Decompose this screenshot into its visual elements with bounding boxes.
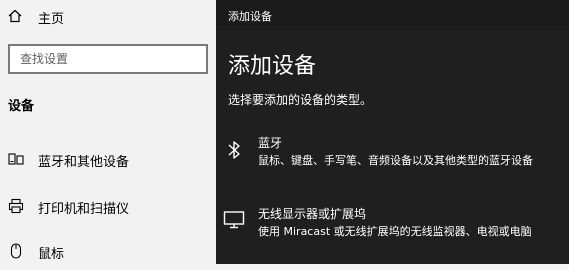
add-device-dialog: 添加设备 添加设备 选择要添加的设备的类型。 蓝牙 鼠标、键盘、手写笔、音频设备… xyxy=(216,0,569,264)
dialog-title: 添加设备 xyxy=(228,10,272,23)
bluetooth-icon xyxy=(228,141,240,159)
nav-item-bluetooth-devices[interactable]: 蓝牙和其他设备 xyxy=(0,142,216,176)
devices-icon xyxy=(8,153,24,165)
dialog-titlebar[interactable]: 添加设备 xyxy=(216,0,569,30)
nav-item-label: 蓝牙和其他设备 xyxy=(38,155,130,170)
search-input[interactable] xyxy=(20,51,190,67)
nav-item-printers[interactable]: 打印机和扫描仪 xyxy=(0,189,216,223)
settings-pane: 主页 设备 蓝牙和其他设备 打印机和扫描仪 鼠标 xyxy=(0,0,216,264)
option-name: 蓝牙 xyxy=(258,136,283,150)
search-box[interactable] xyxy=(8,44,208,74)
nav-item-label: 鼠标 xyxy=(38,247,65,262)
printer-icon xyxy=(8,198,24,214)
dialog-prompt: 选择要添加的设备的类型。 xyxy=(228,93,373,107)
dialog-heading: 添加设备 xyxy=(228,54,317,79)
option-bluetooth[interactable]: 蓝牙 鼠标、键盘、手写笔、音频设备以及其他类型的蓝牙设备 xyxy=(216,132,569,180)
option-wireless-display[interactable]: 无线显示器或扩展坞 使用 Miracast 或无线扩展坞的无线监视器、电视或电脑 xyxy=(216,204,569,252)
home-icon xyxy=(8,9,22,23)
mouse-icon xyxy=(10,243,22,259)
option-name: 无线显示器或扩展坞 xyxy=(258,207,367,221)
option-description: 鼠标、键盘、手写笔、音频设备以及其他类型的蓝牙设备 xyxy=(258,154,533,167)
nav-item-label: 打印机和扫描仪 xyxy=(38,202,130,217)
home-label: 主页 xyxy=(38,12,65,27)
option-description: 使用 Miracast 或无线扩展坞的无线监视器、电视或电脑 xyxy=(258,225,532,238)
nav-item-mouse[interactable]: 鼠标 xyxy=(0,236,216,270)
monitor-icon xyxy=(223,211,245,229)
home-nav-item[interactable]: 主页 xyxy=(0,0,216,34)
section-title: 设备 xyxy=(8,99,35,114)
